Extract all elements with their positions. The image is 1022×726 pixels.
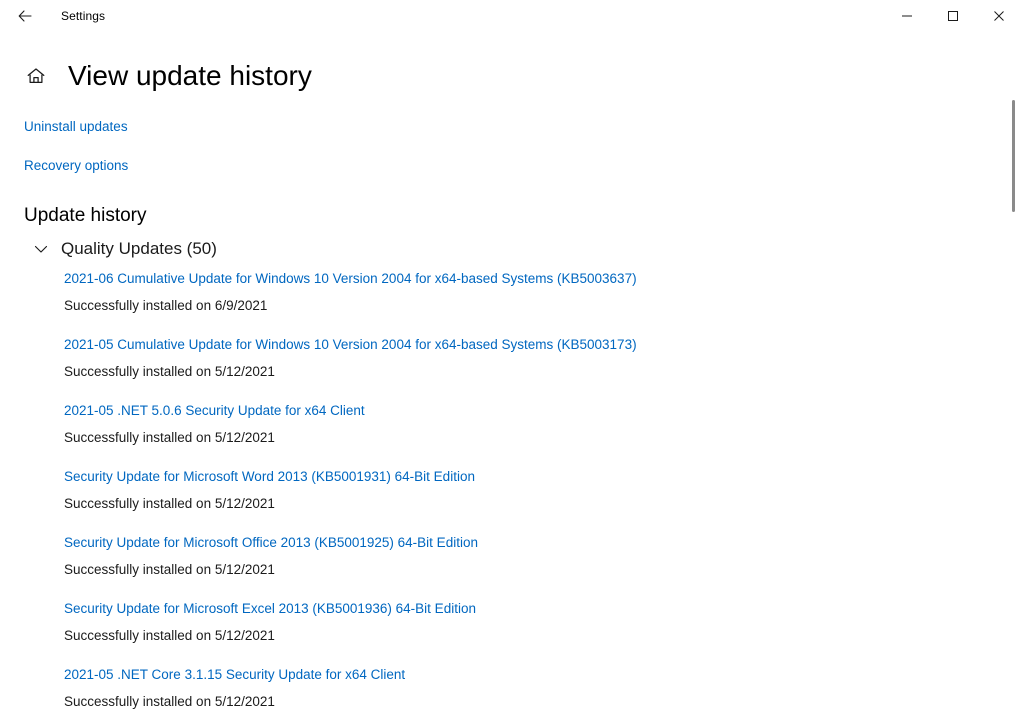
uninstall-updates-link[interactable]: Uninstall updates <box>24 118 128 136</box>
update-entry: Security Update for Microsoft Office 201… <box>0 534 1022 579</box>
quality-updates-group-header[interactable]: Quality Updates (50) <box>0 236 1022 262</box>
update-entry: 2021-06 Cumulative Update for Windows 10… <box>0 270 1022 315</box>
recovery-options-row: Recovery options <box>24 157 1022 175</box>
home-icon[interactable] <box>24 64 48 88</box>
back-button[interactable] <box>8 1 42 31</box>
update-status: Successfully installed on 5/12/2021 <box>64 694 275 709</box>
quality-updates-label: Quality Updates (50) <box>61 239 217 258</box>
page-title: View update history <box>68 60 312 91</box>
update-entry: 2021-05 .NET Core 3.1.15 Security Update… <box>0 666 1022 711</box>
update-list: 2021-06 Cumulative Update for Windows 10… <box>0 270 1022 711</box>
minimize-icon <box>901 10 913 22</box>
update-status: Successfully installed on 5/12/2021 <box>64 628 275 643</box>
title-bar-drag-region <box>105 0 884 32</box>
update-entry: 2021-05 Cumulative Update for Windows 10… <box>0 336 1022 381</box>
update-title-link[interactable]: 2021-06 Cumulative Update for Windows 10… <box>64 270 637 288</box>
maximize-button[interactable] <box>930 0 976 32</box>
recovery-options-link[interactable]: Recovery options <box>24 157 128 175</box>
page-header: View update history <box>0 32 1022 98</box>
update-entry: Security Update for Microsoft Word 2013 … <box>0 468 1022 513</box>
update-status: Successfully installed on 5/12/2021 <box>64 364 275 379</box>
update-title-link[interactable]: Security Update for Microsoft Excel 2013… <box>64 600 476 618</box>
vertical-scrollbar[interactable] <box>1006 32 1022 726</box>
update-title-link[interactable]: 2021-05 .NET Core 3.1.15 Security Update… <box>64 666 405 684</box>
title-bar-left: Settings <box>0 0 105 32</box>
update-title-link[interactable]: 2021-05 .NET 5.0.6 Security Update for x… <box>64 402 365 420</box>
page-links: Uninstall updates Recovery options <box>0 118 1022 175</box>
update-status: Successfully installed on 5/12/2021 <box>64 430 275 445</box>
update-status: Successfully installed on 6/9/2021 <box>64 298 268 313</box>
chevron-down-icon <box>30 238 52 260</box>
update-status: Successfully installed on 5/12/2021 <box>64 496 275 511</box>
update-entry: 2021-05 .NET 5.0.6 Security Update for x… <box>0 402 1022 447</box>
close-icon <box>993 10 1005 22</box>
minimize-button[interactable] <box>884 0 930 32</box>
uninstall-updates-row: Uninstall updates <box>24 118 1022 136</box>
maximize-icon <box>947 10 959 22</box>
close-button[interactable] <box>976 0 1022 32</box>
update-status: Successfully installed on 5/12/2021 <box>64 562 275 577</box>
update-history-heading: Update history <box>24 205 147 226</box>
scrollbar-thumb[interactable] <box>1012 100 1015 212</box>
back-arrow-icon <box>17 8 33 24</box>
update-title-link[interactable]: Security Update for Microsoft Word 2013 … <box>64 468 475 486</box>
update-entry: Security Update for Microsoft Excel 2013… <box>0 600 1022 645</box>
title-bar: Settings <box>0 0 1022 32</box>
window-controls <box>884 0 1022 32</box>
update-title-link[interactable]: Security Update for Microsoft Office 201… <box>64 534 478 552</box>
app-title: Settings <box>61 9 106 23</box>
update-title-link[interactable]: 2021-05 Cumulative Update for Windows 10… <box>64 336 637 354</box>
page-content: View update history Uninstall updates Re… <box>0 32 1022 711</box>
